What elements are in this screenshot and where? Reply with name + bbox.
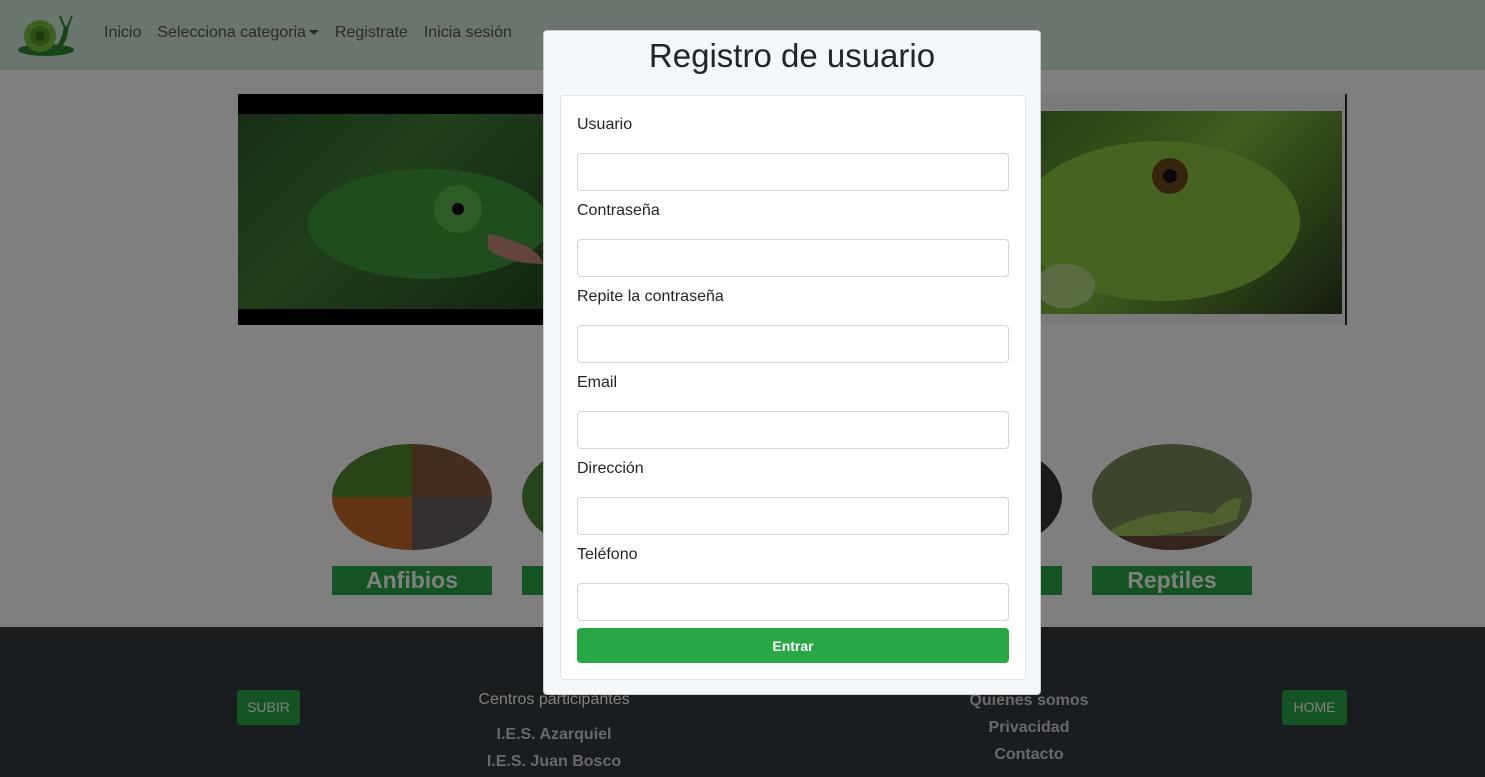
- field-label: Dirección: [577, 460, 644, 477]
- register-form: Usuario Contraseña Repite la contraseña …: [560, 95, 1026, 680]
- field-email: Email: [577, 374, 1009, 449]
- field-repite-contrasena: Repite la contraseña: [577, 288, 1009, 363]
- field-direccion: Dirección: [577, 460, 1009, 535]
- field-label: Email: [577, 374, 618, 391]
- telefono-input[interactable]: [577, 583, 1009, 621]
- field-label: Contraseña: [577, 202, 660, 219]
- email-input[interactable]: [577, 411, 1009, 449]
- contrasena-input[interactable]: [577, 239, 1009, 277]
- field-label: Repite la contraseña: [577, 288, 724, 305]
- field-label: Teléfono: [577, 546, 638, 563]
- repite-contrasena-input[interactable]: [577, 325, 1009, 363]
- field-telefono: Teléfono: [577, 546, 1009, 621]
- field-label: Usuario: [577, 116, 633, 133]
- modal-title: Registro de usuario: [648, 37, 936, 74]
- usuario-input[interactable]: [577, 153, 1009, 191]
- direccion-input[interactable]: [577, 497, 1009, 535]
- entrar-button[interactable]: Entrar: [577, 628, 1009, 663]
- field-usuario: Usuario: [577, 116, 1009, 191]
- field-contrasena: Contraseña: [577, 202, 1009, 277]
- register-modal: Registro de usuario Usuario Contraseña R…: [543, 30, 1041, 695]
